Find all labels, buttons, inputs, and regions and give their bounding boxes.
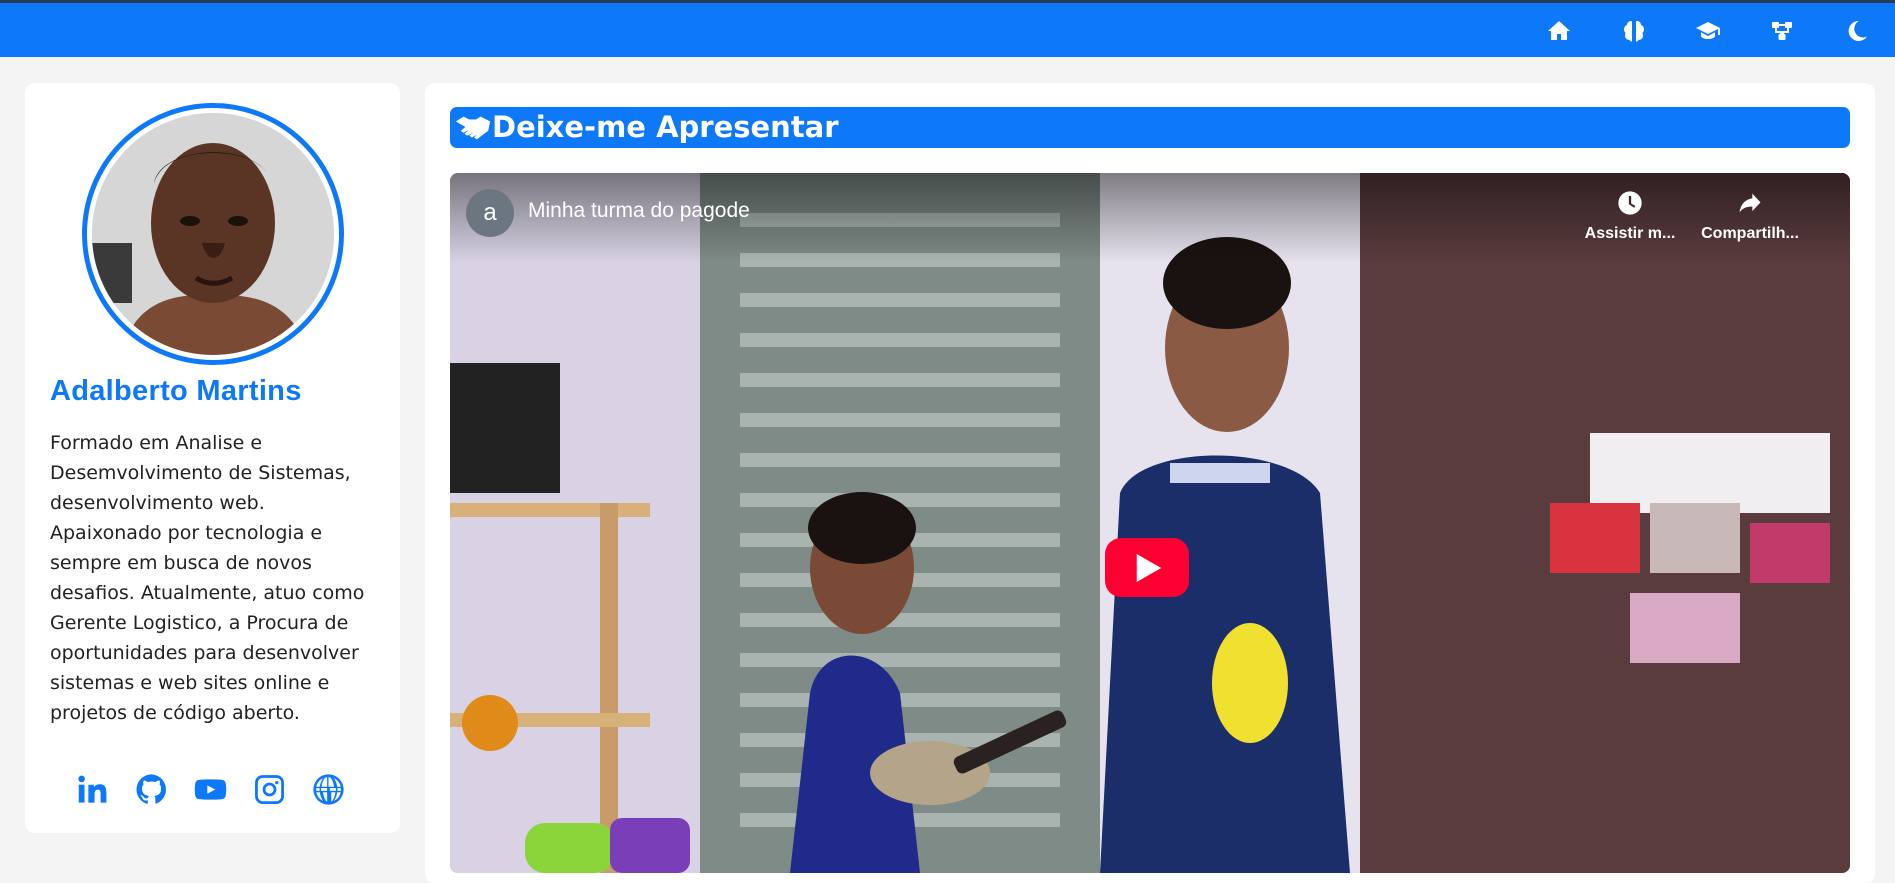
youtube-icon[interactable] (192, 771, 228, 807)
profile-name: Adalberto Martins (50, 375, 302, 407)
video-thumbnail (450, 173, 1850, 873)
section-title: Deixe-me Apresentar (492, 110, 839, 144)
profile-bio: Formado em Analise e Desemvolvimento de … (50, 432, 365, 724)
section-header: Deixe-me Apresentar (450, 107, 1850, 148)
globe-icon[interactable] (310, 771, 346, 807)
avatar (82, 103, 344, 365)
github-icon[interactable] (133, 771, 169, 807)
watch-later-button[interactable]: Assistir m... (1575, 189, 1685, 243)
play-icon (1136, 553, 1162, 582)
graduation-cap-icon[interactable] (1694, 17, 1722, 45)
share-label: Compartilh... (1701, 225, 1799, 242)
moon-icon[interactable] (1843, 17, 1871, 45)
share-button[interactable]: Compartilh... (1695, 189, 1805, 243)
instagram-icon[interactable] (251, 771, 287, 807)
social-links (74, 771, 346, 807)
main-card: Deixe-me Apresentar a Minha turma do pag… (425, 83, 1875, 883)
handshake-icon (454, 111, 492, 145)
profile-card: Adalberto Martins Formado em Analise e D… (25, 83, 400, 833)
youtube-video-player[interactable]: a Minha turma do pagode Assistir m... Co… (450, 173, 1850, 873)
video-title[interactable]: Minha turma do pagode (528, 199, 750, 223)
home-icon[interactable] (1545, 17, 1573, 45)
play-button[interactable] (1105, 538, 1189, 597)
linkedin-icon[interactable] (74, 771, 110, 807)
top-navbar (0, 0, 1895, 57)
share-arrow-icon (1739, 193, 1761, 213)
diagram-icon[interactable] (1768, 17, 1796, 45)
clock-icon (1618, 191, 1642, 215)
brain-icon[interactable] (1620, 17, 1648, 45)
channel-avatar[interactable]: a (466, 189, 514, 237)
profile-photo (92, 113, 334, 355)
watch-later-label: Assistir m... (1584, 225, 1676, 242)
